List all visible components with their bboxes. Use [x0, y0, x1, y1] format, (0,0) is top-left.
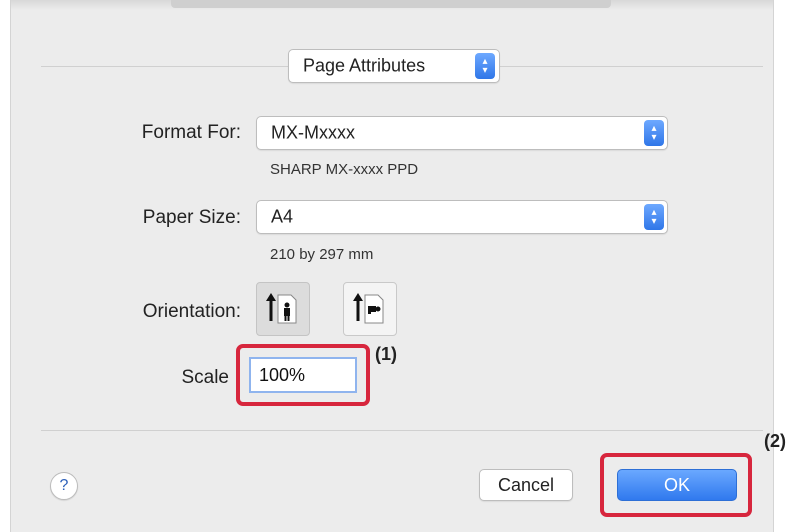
landscape-orientation-icon: [353, 293, 384, 324]
paper-size-stepper-icon: ▴ ▾: [644, 204, 664, 230]
page-attributes-popup-label: Page Attributes: [303, 55, 426, 76]
callout-box-1: [236, 344, 370, 406]
help-button[interactable]: ?: [50, 472, 78, 500]
orientation-portrait-button[interactable]: [256, 282, 310, 336]
format-for-stepper-icon: ▴ ▾: [644, 120, 664, 146]
format-for-detail: SHARP MX-xxxx PPD: [270, 161, 419, 178]
callout-box-2: [600, 453, 752, 517]
callout-label-1: (1): [375, 344, 397, 364]
paper-size-label: Paper Size:: [142, 207, 241, 228]
bottom-separator: [41, 430, 763, 431]
portrait-orientation-icon: [266, 293, 297, 324]
format-for-label: Format For:: [141, 122, 241, 143]
format-for-value: MX-Mxxxx: [271, 122, 355, 143]
callout-label-2: (2): [764, 431, 786, 451]
paper-size-detail: 210 by 297 mm: [270, 246, 374, 263]
cancel-button[interactable]: Cancel: [479, 469, 573, 501]
page-attributes-popup[interactable]: Page Attributes ▴ ▾: [288, 49, 500, 83]
paper-size-popup[interactable]: A4 ▴ ▾: [256, 200, 668, 234]
popup-stepper-icon: ▴ ▾: [475, 53, 495, 79]
format-for-popup[interactable]: MX-Mxxxx ▴ ▾: [256, 116, 668, 150]
dialog-title-strip: [171, 0, 611, 8]
orientation-landscape-button[interactable]: [343, 282, 397, 336]
page-setup-dialog: Page Attributes ▴ ▾ Format For: MX-Mxxxx …: [10, 0, 786, 532]
orientation-label: Orientation:: [142, 301, 241, 322]
paper-size-value: A4: [271, 206, 294, 227]
scale-label: Scale: [181, 367, 229, 388]
